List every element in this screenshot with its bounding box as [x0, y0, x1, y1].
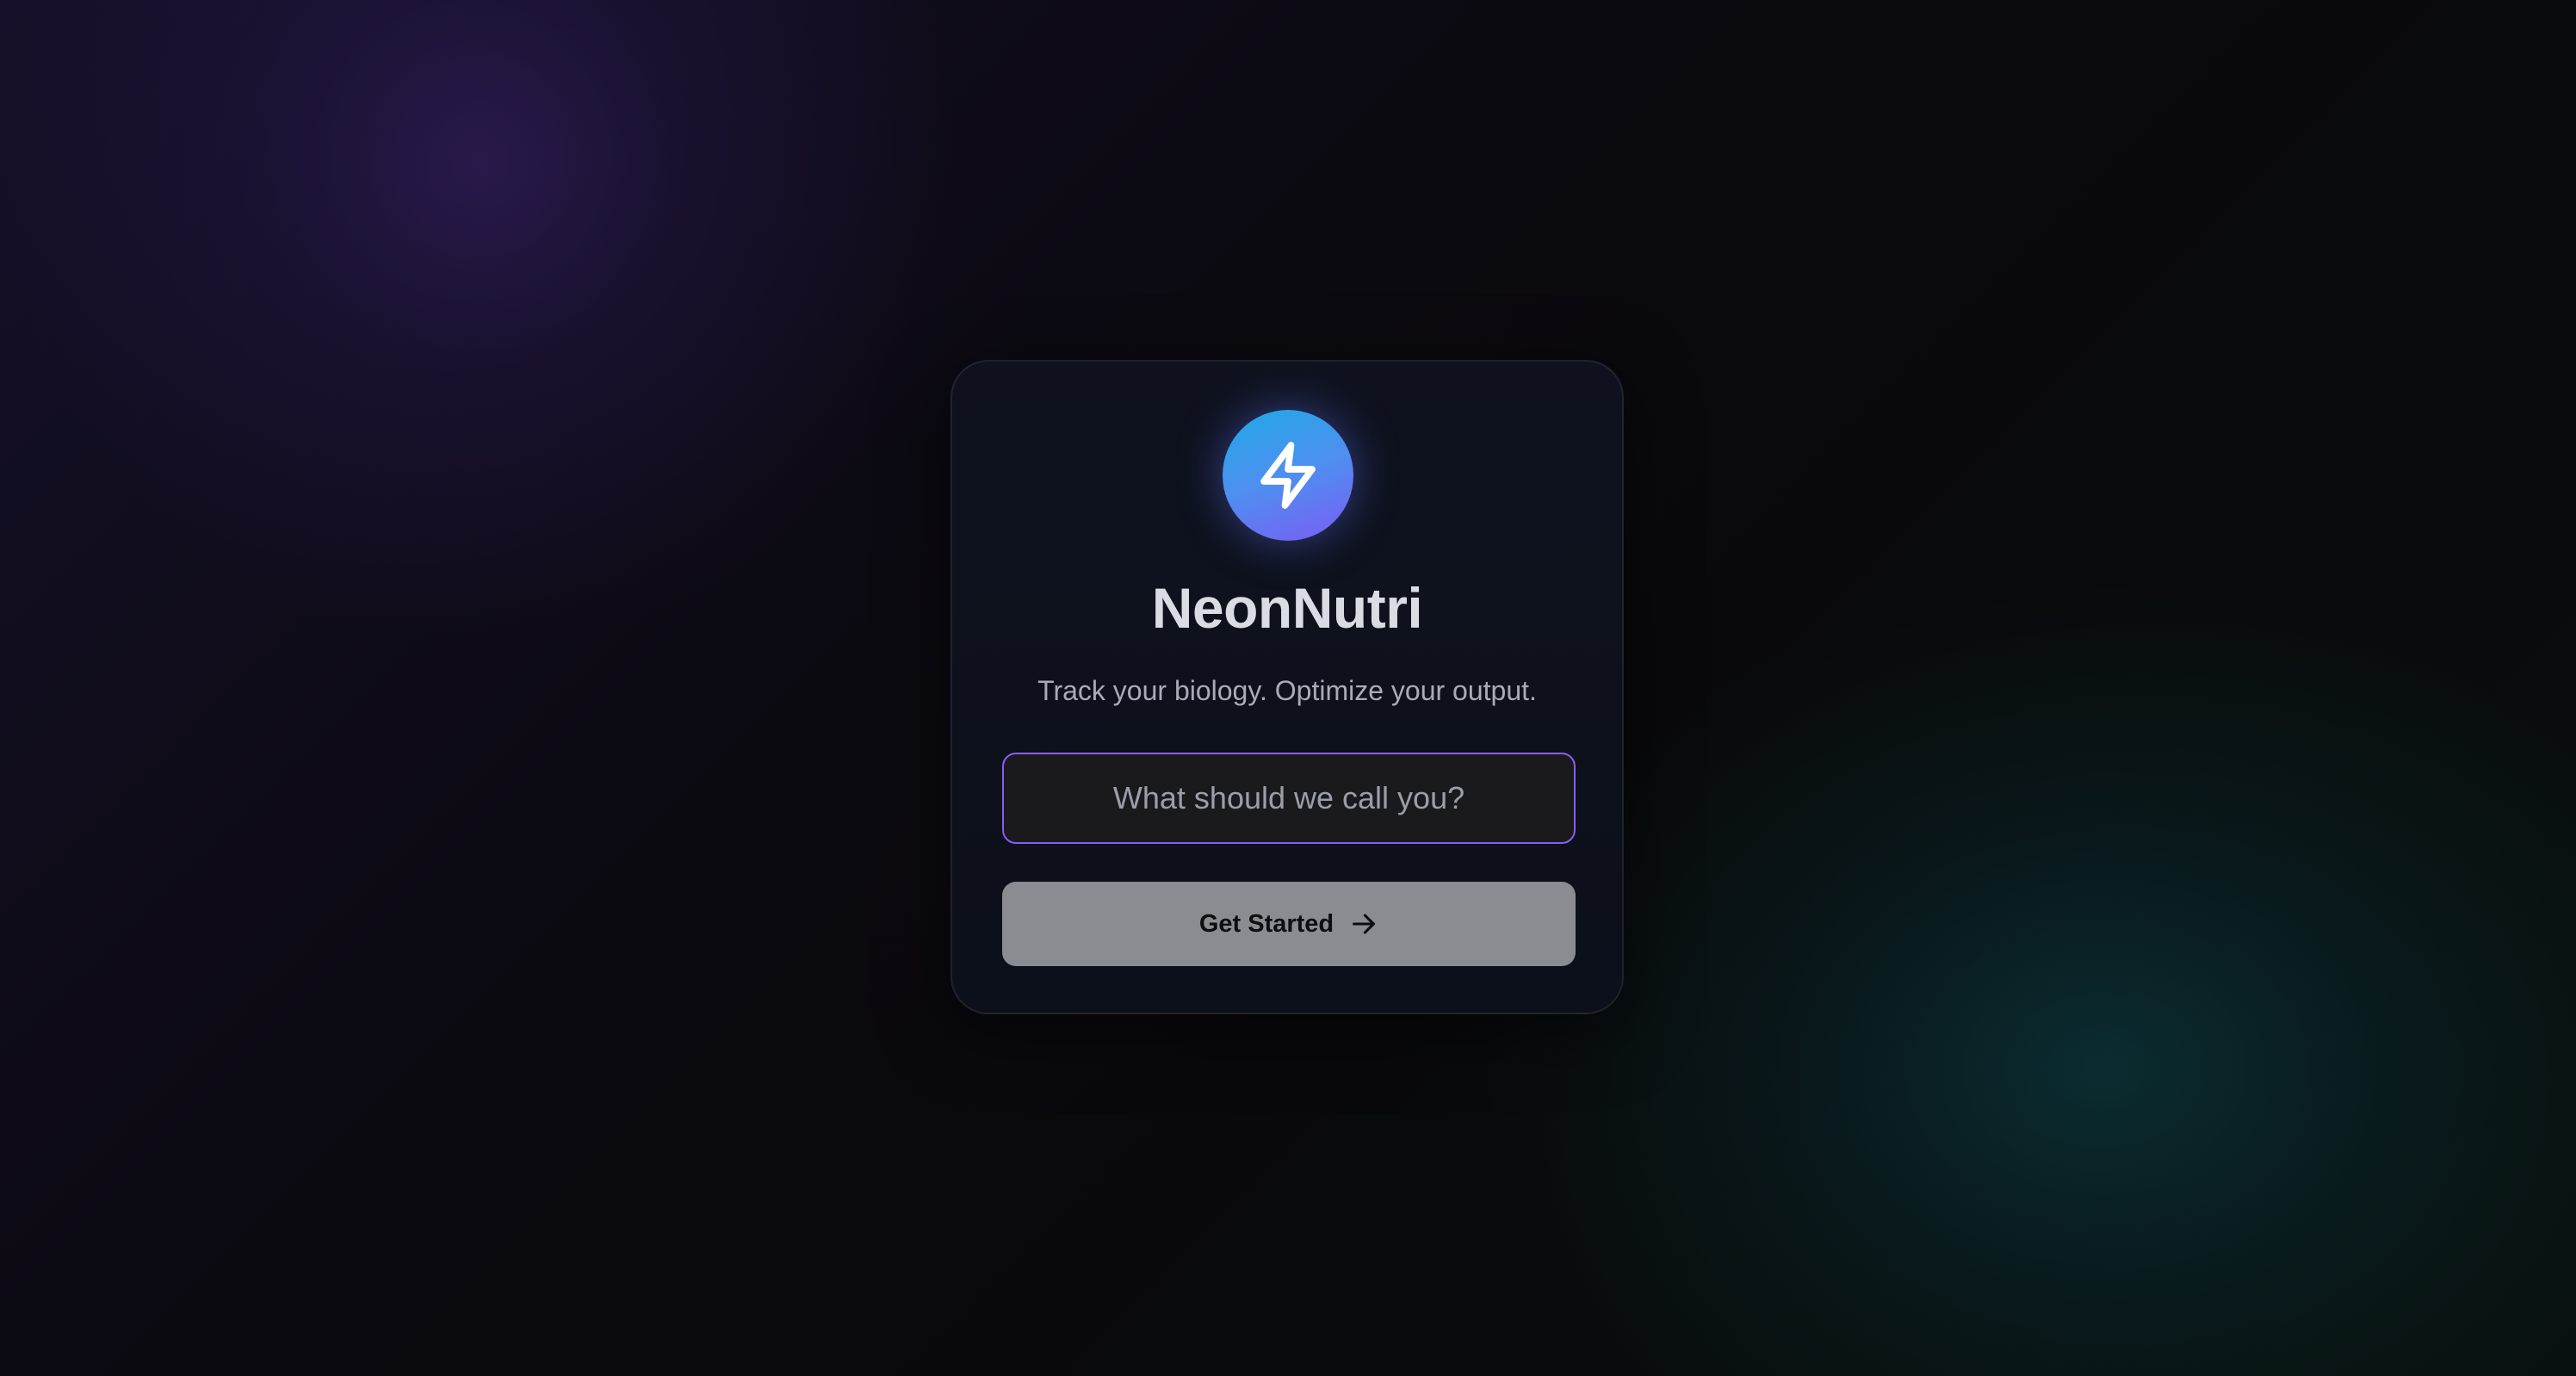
- get-started-button[interactable]: Get Started: [1002, 882, 1576, 966]
- name-input[interactable]: [1002, 753, 1576, 844]
- get-started-label: Get Started: [1198, 909, 1334, 938]
- app-title: NeonNutri: [1151, 576, 1423, 640]
- app-tagline: Track your biology. Optimize your output…: [1037, 675, 1537, 706]
- onboarding-card: NeonNutri Track your biology. Optimize y…: [951, 360, 1624, 1014]
- arrow-right-icon: [1353, 914, 1376, 934]
- app-logo: [1223, 410, 1353, 541]
- lightning-bolt-icon: [1260, 442, 1316, 509]
